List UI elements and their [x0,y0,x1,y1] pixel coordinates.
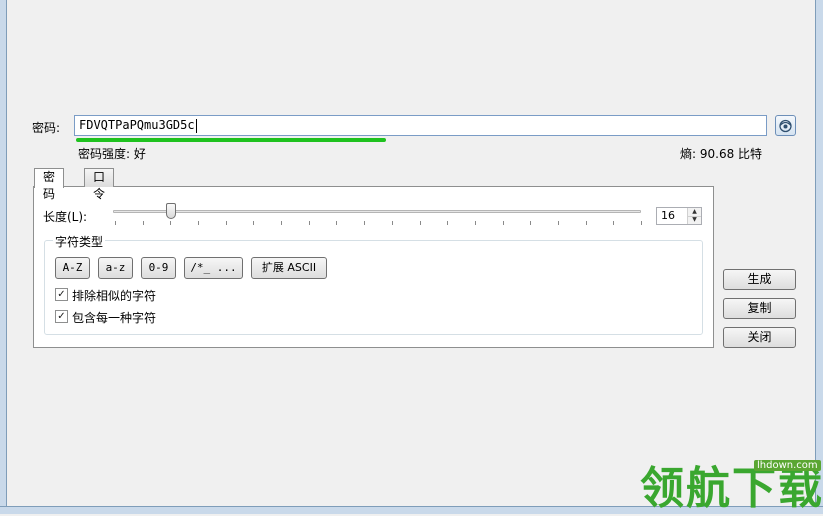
slider-tick [308,221,310,225]
exclude-similar-checkbox[interactable]: ✓ [55,288,68,301]
slider-tick [198,221,200,225]
slider-tick [474,221,476,225]
window-frame-right [815,0,823,514]
slider-tick [447,221,449,225]
exclude-similar-label: 排除相似的字符 [72,289,157,303]
slider-ticks [115,221,642,227]
slider-tick [253,221,255,225]
text-caret [195,118,197,133]
copy-button[interactable]: 复制 [723,298,796,319]
length-value: 16 [661,209,675,222]
charset-group-title: 字符类型 [53,233,106,250]
slider-tick [364,221,366,225]
slider-tick [281,221,283,225]
slider-tick [585,221,587,225]
length-slider-track[interactable] [113,210,641,213]
slider-tick [502,221,504,225]
password-label: 密码: [32,121,61,135]
stepper-buttons: ▲ ▼ [687,208,701,224]
slider-tick [336,221,338,225]
strength-meter [76,138,386,142]
length-stepper[interactable]: 16 ▲ ▼ [656,207,702,225]
length-label: 长度(L): [43,210,88,224]
generate-button[interactable]: 生成 [723,269,796,290]
tab-passphrase[interactable]: 口令 [84,168,115,201]
show-password-button[interactable] [775,115,796,136]
check-icon: ✓ [57,311,66,322]
slider-tick [225,221,227,225]
tab-password[interactable]: 密码 [34,168,65,201]
include-each-label: 包含每一种字符 [72,311,157,325]
digits-toggle[interactable]: 0-9 [141,257,176,279]
password-value: FDVQTPaPQmu3GD5c [79,118,195,132]
window-frame-left [0,0,7,514]
eye-icon [779,119,792,133]
extended-ascii-toggle[interactable]: 扩展 ASCII [251,257,327,279]
chevron-down-icon[interactable]: ▼ [688,216,701,224]
lowercase-toggle[interactable]: a-z [98,257,133,279]
symbols-toggle[interactable]: /*_ ... [184,257,243,279]
slider-tick [557,221,559,225]
password-field[interactable]: FDVQTPaPQmu3GD5c [74,115,767,136]
slider-tick [142,221,144,225]
include-each-checkbox[interactable]: ✓ [55,310,68,323]
strength-label: 密码强度: 好 [78,147,146,161]
slider-tick [115,221,116,225]
check-icon: ✓ [57,289,66,300]
slider-tick [391,221,393,225]
close-button[interactable]: 关闭 [723,327,796,348]
uppercase-toggle[interactable]: A-Z [55,257,90,279]
slider-tick [641,221,642,225]
slider-tick [419,221,421,225]
slider-tick [530,221,532,225]
length-slider-thumb[interactable] [166,203,177,219]
watermark-url: lhdown.com [754,460,821,471]
slider-tick [170,221,172,225]
entropy-label: 熵: 90.68 比特 [680,147,763,161]
slider-tick [613,221,615,225]
